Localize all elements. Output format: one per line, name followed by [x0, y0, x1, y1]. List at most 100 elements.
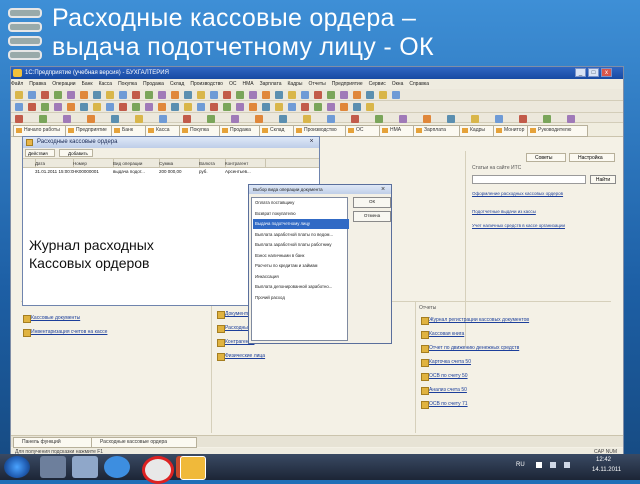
toolbar-icon[interactable] — [327, 103, 335, 111]
quick-link[interactable]: Документы — [217, 311, 251, 319]
toolbar-icon[interactable] — [275, 91, 283, 99]
documents-icon[interactable] — [72, 456, 98, 478]
toolbar-icon[interactable] — [93, 91, 101, 99]
window-tab-journal[interactable]: Расходные кассовые ордера — [91, 437, 197, 448]
toolbar-icon[interactable] — [519, 115, 527, 123]
toolbar-icon[interactable] — [262, 103, 270, 111]
minimize-button[interactable]: _ — [575, 68, 586, 77]
toolbar-icon[interactable] — [210, 91, 218, 99]
toolbar-icon[interactable] — [366, 103, 374, 111]
list-item[interactable]: Выплата заработной платы работнику — [253, 240, 349, 250]
column-header[interactable]: Дата — [33, 159, 74, 168]
toolbar-icon[interactable] — [158, 103, 166, 111]
list-item[interactable]: Расчеты по кредитам и займам — [253, 261, 349, 271]
toolbar-icon[interactable] — [301, 91, 309, 99]
ok-button[interactable]: ОК — [353, 197, 391, 208]
its-article-link[interactable]: Оформление расходных кассовых ордеров — [472, 191, 602, 196]
toolbar-icon[interactable] — [399, 115, 407, 123]
menu-item[interactable]: ОС — [229, 81, 237, 87]
toolbar-icon[interactable] — [471, 115, 479, 123]
menu-item[interactable]: Справка — [409, 81, 429, 87]
menu-item[interactable]: Сервис — [369, 81, 386, 87]
toolbar-icon[interactable] — [197, 91, 205, 99]
toolbar-icon[interactable] — [111, 115, 119, 123]
report-link[interactable]: Кассовая книга — [421, 331, 464, 339]
network-icon[interactable] — [550, 462, 556, 468]
flag-icon[interactable] — [536, 462, 542, 468]
toolbar-icon[interactable] — [340, 91, 348, 99]
menu-item[interactable]: Правка — [29, 81, 46, 87]
table-row[interactable]: 31.01.2011 15:00:00 НК00000001 выдача подо… — [23, 168, 319, 176]
toolbar-icon[interactable] — [159, 115, 167, 123]
close-icon[interactable]: × — [379, 186, 387, 193]
menu-item[interactable]: Файл — [11, 81, 23, 87]
toolbar-icon[interactable] — [301, 103, 309, 111]
report-link[interactable]: ОСВ по счету 71 — [421, 401, 468, 409]
menu-item[interactable]: Касса — [99, 81, 112, 87]
toolbar-icon[interactable] — [145, 91, 153, 99]
menu-item[interactable]: Окна — [392, 81, 404, 87]
toolbar-icon[interactable] — [543, 115, 551, 123]
quick-link[interactable]: Инвентаризация счетов на кассе — [23, 329, 107, 337]
menu-item[interactable]: Операции — [52, 81, 75, 87]
toolbar-icon[interactable] — [28, 91, 36, 99]
toolbar-icon[interactable] — [447, 115, 455, 123]
toolbar-icon[interactable] — [93, 103, 101, 111]
its-article-link[interactable]: Учет наличных средств в кассе организаци… — [472, 223, 602, 228]
toolbar-icon[interactable] — [353, 91, 361, 99]
toolbar-icon[interactable] — [288, 103, 296, 111]
toolbar-icon[interactable] — [303, 115, 311, 123]
list-item[interactable]: Выдача подотчетному лицу — [253, 219, 349, 229]
toolbar-icon[interactable] — [236, 91, 244, 99]
toolbar-icon[interactable] — [207, 115, 215, 123]
toolbar-icon[interactable] — [223, 103, 231, 111]
internet-explorer-icon[interactable] — [104, 456, 130, 478]
toolbar-icon[interactable] — [288, 91, 296, 99]
its-search-button[interactable]: Найти — [590, 175, 616, 184]
column-header[interactable]: Контрагент — [223, 159, 266, 168]
report-link[interactable]: Анализ счета 50 — [421, 387, 467, 395]
toolbar-icon[interactable] — [63, 115, 71, 123]
toolbar-icon[interactable] — [67, 91, 75, 99]
window-tab-functions[interactable]: Панель функций — [13, 437, 97, 448]
toolbar-icon[interactable] — [353, 103, 361, 111]
toolbar-icon[interactable] — [249, 91, 257, 99]
report-link[interactable]: Карточка счета 50 — [421, 359, 471, 367]
toolbar-icon[interactable] — [15, 103, 23, 111]
toolbar-icon[interactable] — [423, 115, 431, 123]
toolbar-icon[interactable] — [171, 103, 179, 111]
volume-icon[interactable] — [564, 462, 570, 468]
report-link[interactable]: ОСВ по счету 50 — [421, 373, 468, 381]
1c-app-icon[interactable] — [180, 456, 206, 480]
toolbar-icon[interactable] — [275, 103, 283, 111]
toolbar-icon[interactable] — [183, 115, 191, 123]
close-icon[interactable]: x — [601, 68, 612, 77]
toolbar-icon[interactable] — [15, 91, 23, 99]
toolbar-icon[interactable] — [54, 91, 62, 99]
menu-item[interactable]: Склад — [170, 81, 184, 87]
toolbar-icon[interactable] — [210, 103, 218, 111]
toolbar-icon[interactable] — [184, 91, 192, 99]
toolbar-icon[interactable] — [135, 115, 143, 123]
toolbar-icon[interactable] — [495, 115, 503, 123]
report-link[interactable]: Отчет по движению денежных средств — [421, 345, 519, 353]
toolbar-icon[interactable] — [39, 115, 47, 123]
close-icon[interactable]: × — [307, 138, 316, 146]
clock-date[interactable]: 14.11.2011 — [592, 467, 621, 473]
toolbar-icon[interactable] — [236, 103, 244, 111]
toolbar-icon[interactable] — [106, 91, 114, 99]
toolbar-icon[interactable] — [327, 115, 335, 123]
quick-link[interactable]: Физические лица — [217, 353, 265, 361]
toolbar-icon[interactable] — [314, 91, 322, 99]
toolbar-icon[interactable] — [351, 115, 359, 123]
list-item[interactable]: Оплата поставщику — [253, 198, 349, 208]
toolbar-icon[interactable] — [132, 91, 140, 99]
quick-link[interactable]: Кассовые документы — [23, 315, 80, 323]
toolbar-icon[interactable] — [41, 103, 49, 111]
toolbar-icon[interactable] — [119, 103, 127, 111]
toolbar-icon[interactable] — [80, 103, 88, 111]
menu-item[interactable]: Покупка — [118, 81, 137, 87]
toolbar-icon[interactable] — [28, 103, 36, 111]
menu-item[interactable]: НМА — [242, 81, 253, 87]
toolbar-icon[interactable] — [197, 103, 205, 111]
